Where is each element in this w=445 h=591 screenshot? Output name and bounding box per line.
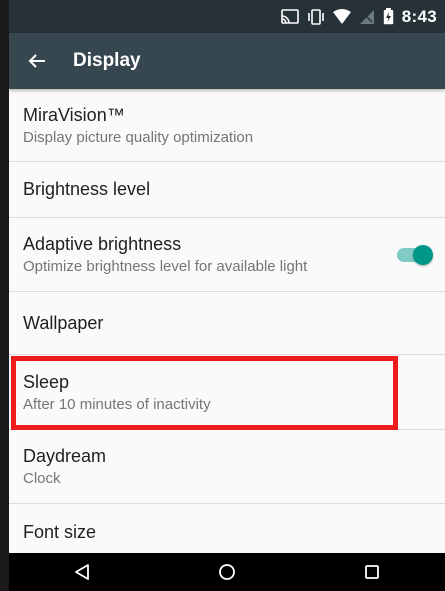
vibrate-icon (307, 8, 325, 26)
setting-daydream[interactable]: Daydream Clock (9, 430, 445, 504)
page-title: Display (73, 50, 141, 71)
battery-icon (383, 8, 394, 26)
settings-list: MiraVision™ Display picture quality opti… (9, 89, 445, 560)
nav-recents-button[interactable] (342, 553, 402, 591)
setting-summary: Clock (23, 470, 61, 487)
setting-font-size[interactable]: Font size (9, 504, 445, 560)
signal-icon (359, 8, 375, 26)
clock: 8:43 (401, 6, 437, 26)
setting-summary: Display picture quality optimization (23, 128, 254, 146)
setting-brightness-level[interactable]: Brightness level (9, 162, 445, 218)
arrow-back-icon (28, 54, 45, 68)
wifi-icon (332, 8, 351, 26)
toggle-thumb (413, 244, 433, 265)
toolbar: Display (9, 33, 445, 89)
back-triangle-icon (74, 564, 89, 580)
settings-app: 8:43 Display MiraVision™ Display picture… (9, 0, 445, 591)
back-button[interactable] (11, 33, 63, 89)
setting-summary: After 10 minutes of inactivity (23, 395, 211, 413)
navigation-bar (9, 553, 445, 591)
setting-title: MiraVision™ (23, 104, 125, 125)
setting-title: Wallpaper (23, 312, 104, 333)
adaptive-brightness-toggle[interactable] (397, 244, 433, 265)
nav-home-button[interactable] (197, 553, 257, 591)
device-frame-edge (0, 0, 9, 591)
recents-square-icon (365, 565, 380, 579)
setting-title: Brightness level (23, 179, 151, 199)
setting-summary: Optimize brightness level for available … (23, 258, 308, 275)
home-circle-icon (219, 564, 235, 580)
setting-sleep[interactable]: Sleep After 10 minutes of inactivity (9, 355, 445, 430)
setting-miravision[interactable]: MiraVision™ Display picture quality opti… (9, 89, 445, 162)
cast-icon (280, 8, 299, 26)
setting-title: Font size (23, 522, 97, 542)
setting-title: Sleep (23, 371, 70, 392)
setting-title: Adaptive brightness (23, 234, 182, 254)
status-bar: 8:43 (9, 0, 445, 33)
setting-wallpaper[interactable]: Wallpaper (9, 292, 445, 355)
nav-back-button[interactable] (52, 553, 112, 591)
setting-adaptive-brightness[interactable]: Adaptive brightness Optimize brightness … (9, 218, 445, 292)
setting-title: Daydream (23, 446, 107, 466)
